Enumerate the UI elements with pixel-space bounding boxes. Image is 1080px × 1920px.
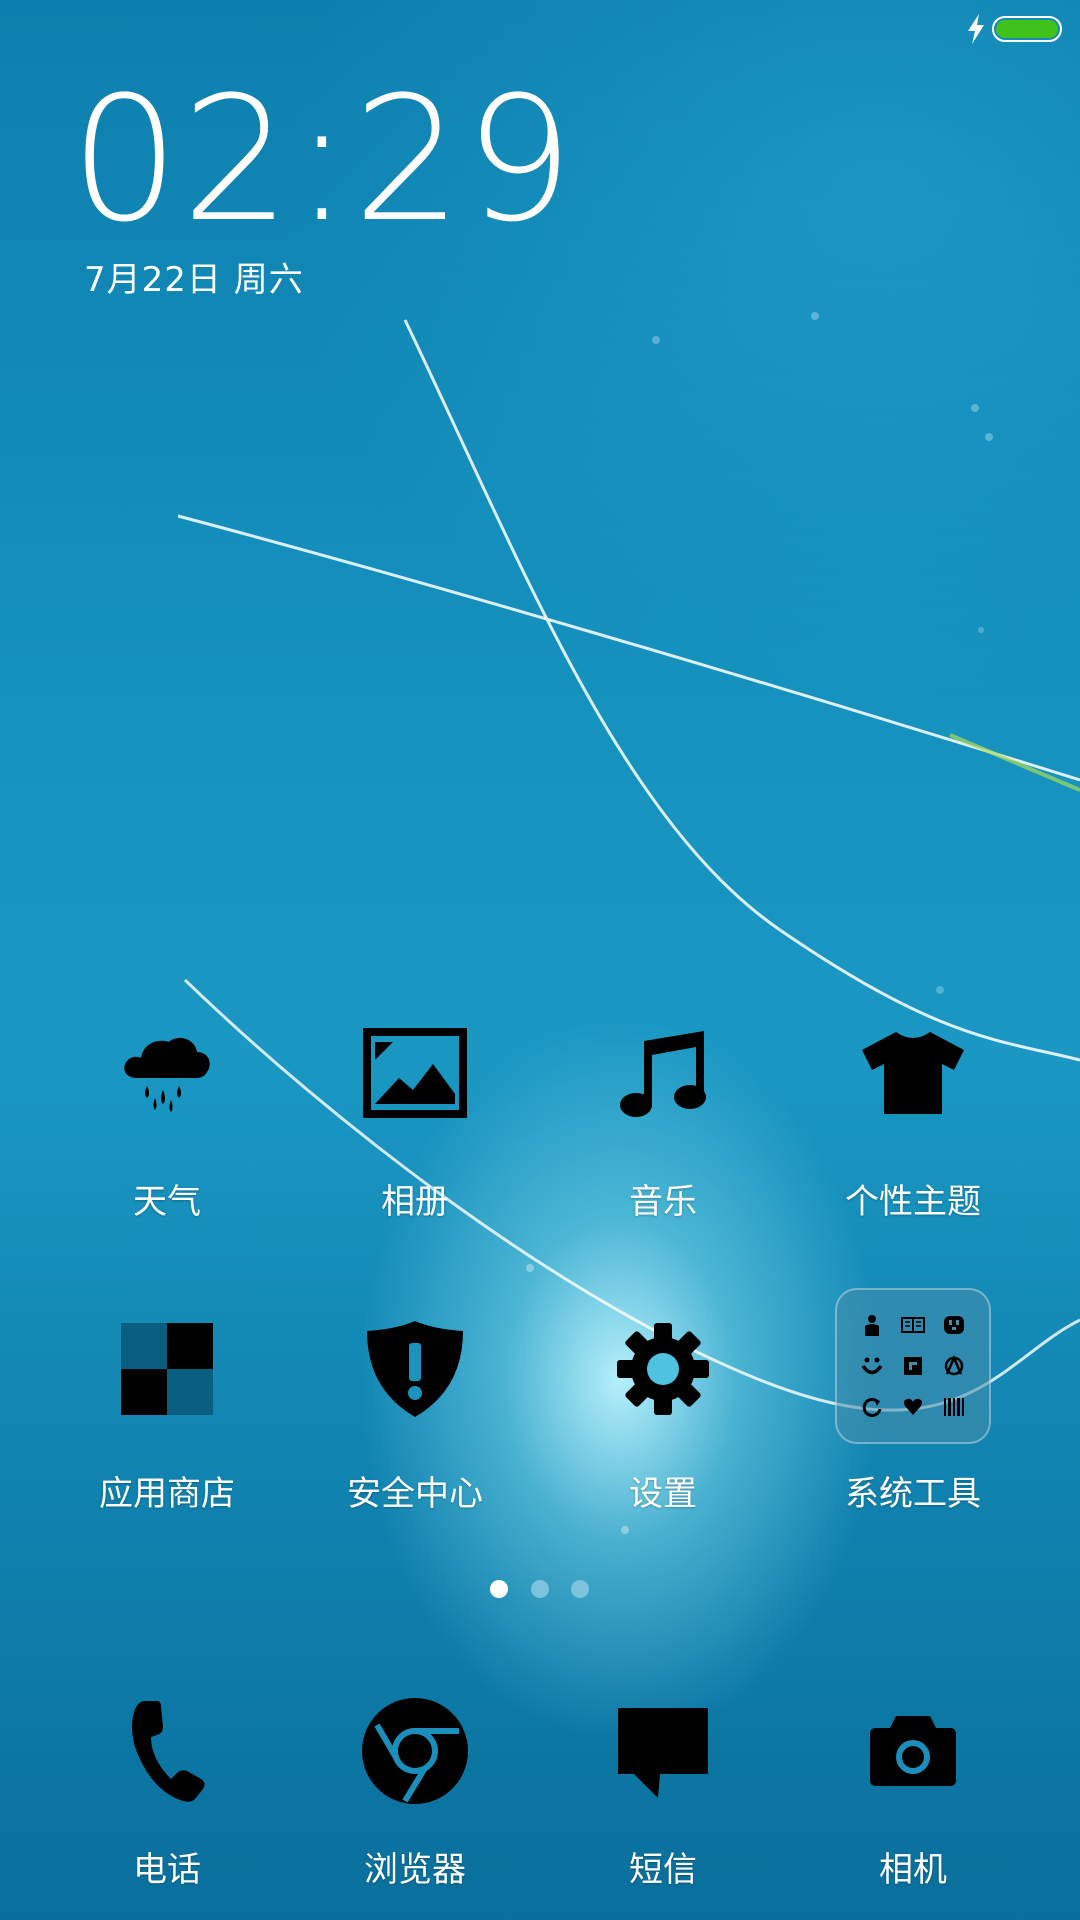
- app-label: 相机: [879, 1850, 947, 1890]
- phone-icon: [132, 1701, 205, 1802]
- app-label: 浏览器: [364, 1850, 466, 1890]
- home-screen: 02:29 7月22日 周六 天气 相册 音乐 个性主题 应用商店 安全中心 设…: [0, 0, 1080, 1920]
- page-dot-active[interactable]: [490, 1580, 508, 1598]
- app-label: 个性主题: [845, 1182, 981, 1222]
- person-icon: [851, 1304, 892, 1345]
- battery-level: [996, 20, 1058, 38]
- browser-icon: [362, 1698, 468, 1804]
- app-label: 音乐: [629, 1182, 697, 1222]
- compass-icon: [934, 1345, 975, 1386]
- book-icon: [892, 1304, 933, 1345]
- checker-grid-icon: [121, 1323, 213, 1415]
- app-label: 安全中心: [347, 1474, 483, 1514]
- refresh-icon: [851, 1387, 892, 1428]
- music-note-icon: [620, 1031, 706, 1117]
- clock-time[interactable]: 02:29: [70, 70, 576, 250]
- power-plug-icon: [934, 1304, 975, 1345]
- page-dot[interactable]: [531, 1580, 549, 1598]
- smile-icon: [851, 1345, 892, 1386]
- folder-icon: [835, 1288, 991, 1444]
- lightning-bolt-icon: [968, 14, 984, 44]
- heart-icon: [892, 1387, 933, 1428]
- picture-icon: [363, 1028, 467, 1118]
- message-icon: [618, 1708, 708, 1798]
- gear-icon: [617, 1323, 709, 1415]
- battery-full-icon: [992, 16, 1064, 42]
- app-label: 设置: [629, 1474, 697, 1514]
- page-indicator: [0, 1580, 1080, 1600]
- app-label: 短信: [629, 1850, 697, 1890]
- clock-date[interactable]: 7月22日 周六: [84, 252, 304, 301]
- square-arrow-icon: [892, 1345, 933, 1386]
- app-label: 相册: [381, 1182, 449, 1222]
- tshirt-icon: [862, 1032, 964, 1114]
- app-label: 天气: [133, 1182, 201, 1222]
- shield-alert-icon: [367, 1321, 463, 1417]
- app-label: 应用商店: [99, 1474, 235, 1514]
- folder-label: 系统工具: [845, 1474, 981, 1514]
- camera-icon: [870, 1716, 956, 1786]
- app-label: 电话: [133, 1850, 201, 1890]
- barcode-icon: [934, 1387, 975, 1428]
- status-bar: [0, 0, 1080, 60]
- cloud-rain-icon: [124, 1037, 210, 1112]
- page-dot[interactable]: [571, 1580, 589, 1598]
